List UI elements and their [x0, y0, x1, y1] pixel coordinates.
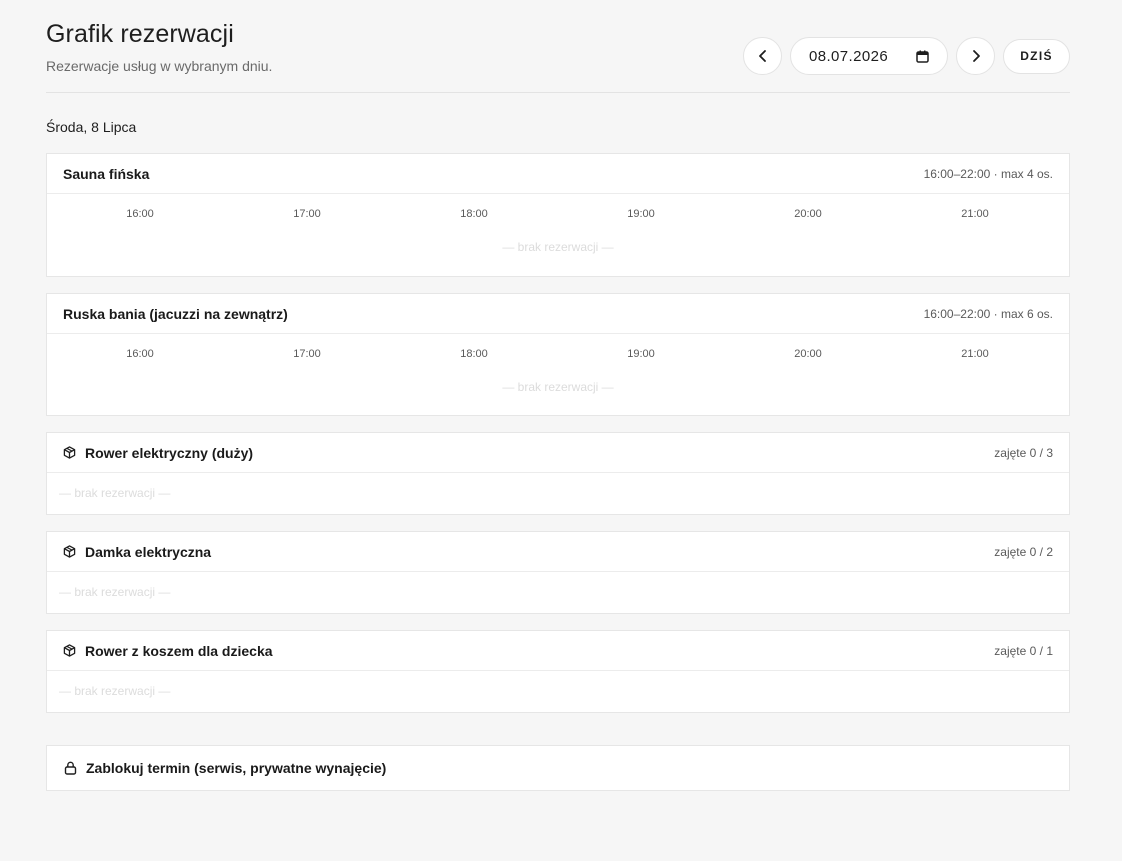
hour-label: 21:00 [961, 208, 989, 220]
date-input[interactable]: 08.07.2026 [790, 37, 948, 75]
empty-state: — brak rezerwacji — [59, 486, 171, 500]
equipment-title: Rower elektryczny (duży) [85, 444, 254, 461]
package-icon [63, 644, 76, 657]
equipment-card: Damka elektryczna zajęte 0 / 2 — brak re… [46, 531, 1070, 614]
package-icon [63, 446, 76, 459]
service-card-header: Sauna fińska 16:00–22:00 · max 4 os. [47, 154, 1069, 194]
page-subtitle: Rezerwacje usług w wybranym dniu. [46, 58, 273, 74]
service-card-header: Ruska bania (jacuzzi na zewnątrz) 16:00–… [47, 294, 1069, 334]
service-card: Ruska bania (jacuzzi na zewnątrz) 16:00–… [46, 293, 1070, 416]
service-card: Sauna fińska 16:00–22:00 · max 4 os. 16:… [46, 153, 1070, 277]
hour-label: 18:00 [460, 208, 488, 220]
date-navigation: 08.07.2026 DZIŚ [743, 37, 1070, 75]
equipment-occupancy: zajęte 0 / 2 [994, 544, 1053, 559]
page: Grafik rezerwacji Rezerwacje usług w wyb… [0, 0, 1122, 861]
page-header: Grafik rezerwacji Rezerwacje usług w wyb… [46, 20, 1070, 93]
equipment-occupancy: zajęte 0 / 3 [994, 445, 1053, 460]
hour-label: 18:00 [460, 348, 488, 360]
previous-day-button[interactable] [743, 37, 782, 75]
service-title: Ruska bania (jacuzzi na zewnątrz) [63, 305, 288, 322]
hour-label: 20:00 [794, 348, 822, 360]
service-title: Sauna fińska [63, 165, 150, 182]
calendar-icon[interactable] [916, 50, 929, 63]
hour-label: 21:00 [961, 348, 989, 360]
equipment-card-header: Rower elektryczny (duży) zajęte 0 / 3 [47, 433, 1069, 473]
selected-day-label: Środa, 8 Lipca [46, 119, 137, 135]
package-icon [63, 545, 76, 558]
hour-label: 20:00 [794, 208, 822, 220]
hour-label: 19:00 [627, 208, 655, 220]
block-term-toggle[interactable]: Zablokuj termin (serwis, prywatne wynaję… [46, 745, 1070, 791]
today-button[interactable]: DZIŚ [1003, 38, 1070, 74]
page-title: Grafik rezerwacji [46, 20, 234, 48]
equipment-card-header: Damka elektryczna zajęte 0 / 2 [47, 532, 1069, 572]
empty-state: — brak rezerwacji — [59, 684, 171, 698]
equipment-title: Rower z koszem dla dziecka [85, 642, 273, 659]
chevron-right-icon [969, 49, 983, 63]
equipment-card: Rower z koszem dla dziecka zajęte 0 / 1 … [46, 630, 1070, 713]
empty-state: — brak rezerwacji — [59, 585, 171, 599]
service-hours-capacity: 16:00–22:00 · max 6 os. [923, 306, 1053, 321]
hour-label: 16:00 [126, 348, 154, 360]
hour-label: 16:00 [126, 208, 154, 220]
service-timeline[interactable]: 16:00 17:00 18:00 19:00 20:00 21:00 — br… [47, 194, 1069, 274]
next-day-button[interactable] [956, 37, 995, 75]
date-value: 08.07.2026 [809, 47, 889, 65]
equipment-card: Rower elektryczny (duży) zajęte 0 / 3 — … [46, 432, 1070, 515]
hour-label: 17:00 [293, 348, 321, 360]
chevron-left-icon [756, 49, 770, 63]
equipment-title: Damka elektryczna [85, 543, 212, 560]
hour-label: 19:00 [627, 348, 655, 360]
equipment-card-header: Rower z koszem dla dziecka zajęte 0 / 1 [47, 631, 1069, 671]
equipment-occupancy: zajęte 0 / 1 [994, 643, 1053, 658]
empty-state: — brak rezerwacji — [502, 240, 614, 254]
service-timeline[interactable]: 16:00 17:00 18:00 19:00 20:00 21:00 — br… [47, 334, 1069, 414]
empty-state: — brak rezerwacji — [502, 380, 614, 394]
hour-label: 17:00 [293, 208, 321, 220]
service-hours-capacity: 16:00–22:00 · max 4 os. [923, 166, 1053, 181]
lock-icon [64, 761, 77, 775]
block-term-label: Zablokuj termin (serwis, prywatne wynaję… [86, 760, 387, 776]
